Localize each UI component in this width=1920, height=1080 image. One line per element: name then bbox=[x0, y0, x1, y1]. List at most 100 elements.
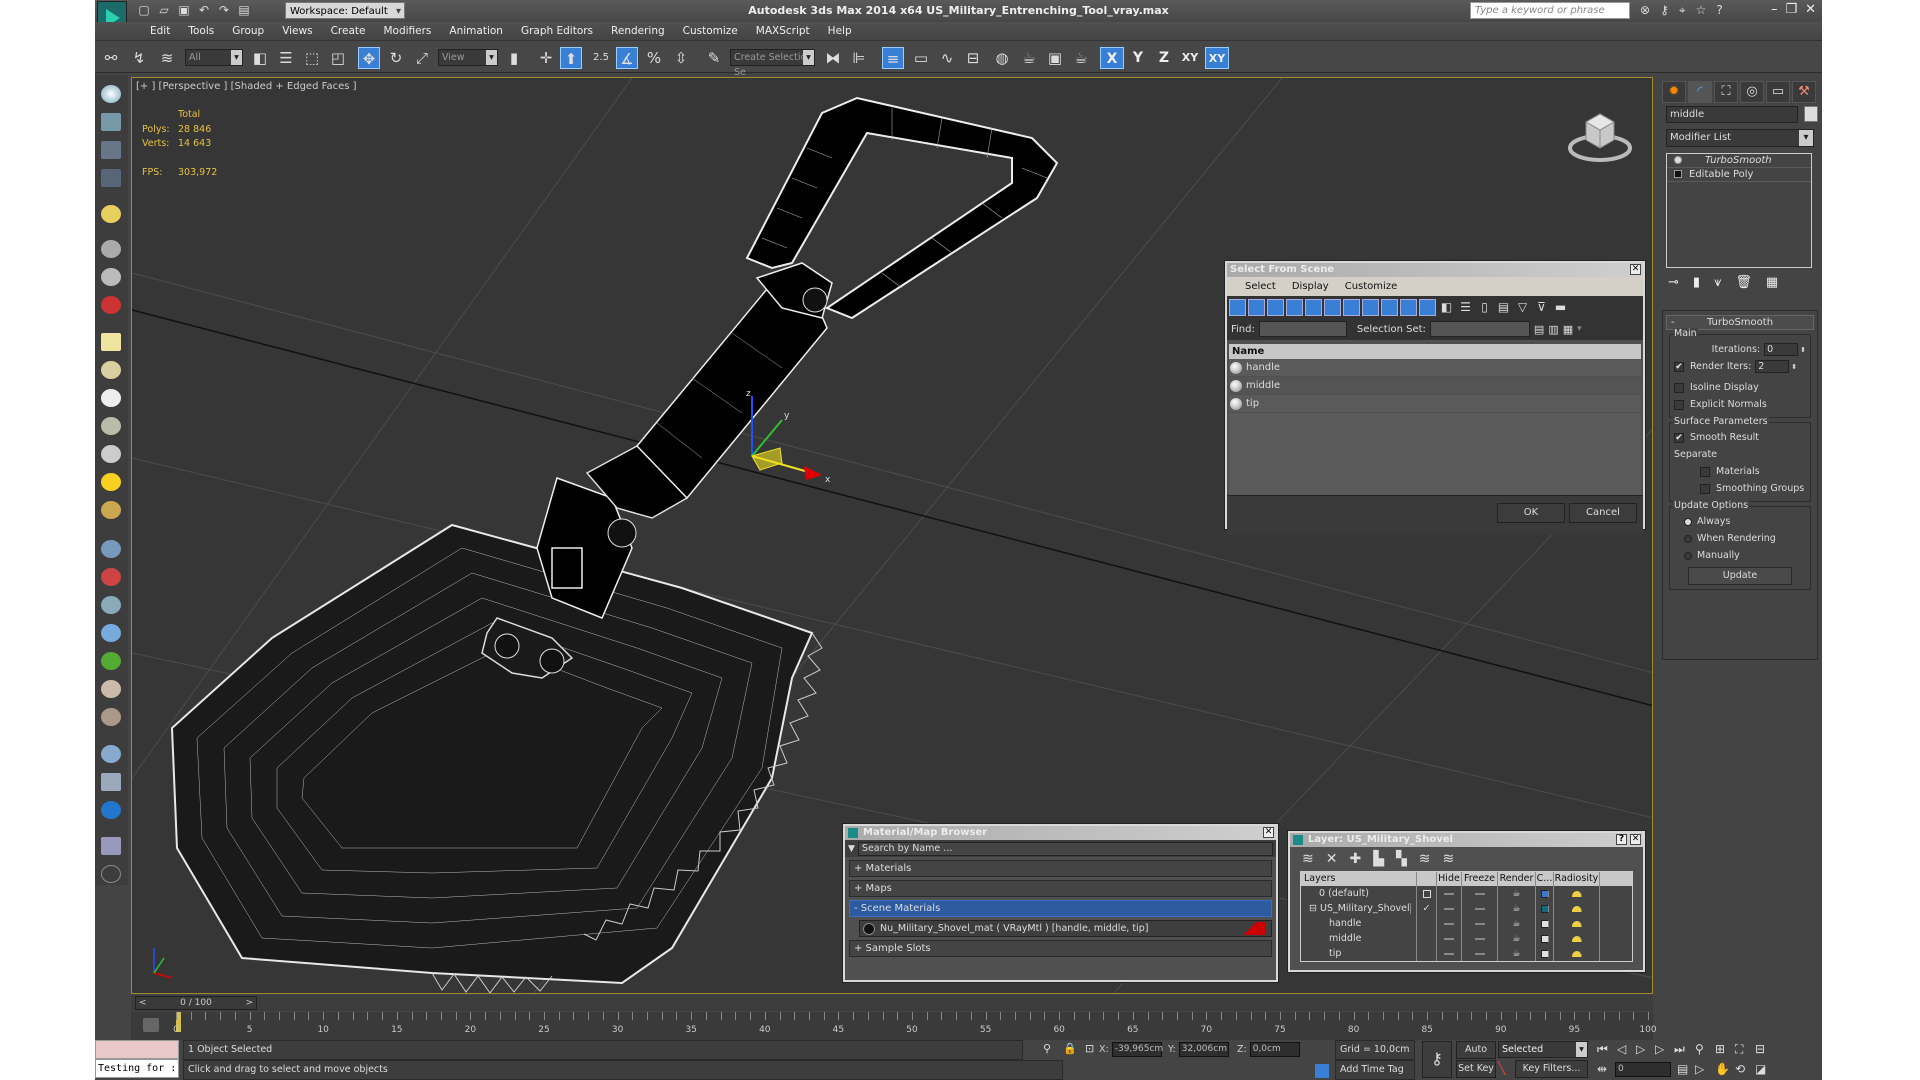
always-radio[interactable] bbox=[1684, 517, 1692, 526]
menu-rendering[interactable]: Rendering bbox=[602, 22, 674, 40]
go-to-end-icon[interactable]: ⏭ bbox=[1674, 1042, 1685, 1057]
tab-motion-icon[interactable]: ◎ bbox=[1740, 81, 1764, 103]
plane-light-icon[interactable] bbox=[101, 333, 121, 351]
previous-frame-icon[interactable]: ◁ bbox=[1617, 1042, 1626, 1056]
remove-modifier-icon[interactable]: 🗑 bbox=[1735, 275, 1752, 290]
make-unique-icon[interactable]: ⩛ bbox=[1714, 275, 1721, 290]
delete-layer-icon[interactable]: ✕ bbox=[1326, 851, 1338, 867]
mini-curve-editor-icon[interactable] bbox=[143, 1018, 159, 1032]
dome-light-icon[interactable] bbox=[101, 361, 121, 379]
restore-icon[interactable]: ❐ bbox=[1785, 2, 1797, 17]
section-sample-slots[interactable]: + Sample Slots bbox=[849, 940, 1272, 957]
render-teapot-icon[interactable]: ☕ bbox=[1498, 946, 1536, 961]
when-rendering-radio[interactable] bbox=[1684, 534, 1692, 543]
section-materials[interactable]: + Materials bbox=[849, 860, 1272, 877]
select-and-move-icon[interactable]: ✥ bbox=[358, 47, 380, 69]
align-icon[interactable]: ⊫ bbox=[848, 47, 870, 69]
render-teapot-icon[interactable]: ☕ bbox=[1498, 901, 1536, 916]
radiosity-icon[interactable] bbox=[1571, 890, 1582, 897]
selection-lock-icon[interactable]: 🔒 bbox=[1063, 1042, 1077, 1055]
material-editor-icon[interactable]: ◍ bbox=[991, 47, 1013, 69]
radiosity-icon[interactable] bbox=[1571, 935, 1582, 942]
frame-buffer-icon[interactable] bbox=[101, 837, 121, 855]
select-object-icon[interactable]: ◧ bbox=[249, 47, 271, 69]
add-time-tag[interactable]: Add Time Tag bbox=[1335, 1060, 1415, 1080]
rendered-frame-window-icon[interactable]: ▣ bbox=[1044, 47, 1066, 69]
angle-snap-icon[interactable]: ∡ bbox=[616, 47, 638, 69]
smooth-result-checkbox[interactable]: ✔ bbox=[1674, 432, 1684, 443]
keyboard-shortcut-override-icon[interactable]: ⬆ bbox=[560, 47, 582, 69]
key-filters-button[interactable]: Key Filters... bbox=[1515, 1060, 1588, 1078]
track-bar[interactable]: 0 5 10 15 20 25 30 35 40 45 50 55 60 65 70 75 80 85 90 95 10… bbox=[131, 1012, 1657, 1040]
render-teapot-icon[interactable]: ☕ bbox=[1498, 931, 1536, 946]
manipulate-icon[interactable]: ✛ bbox=[535, 47, 557, 69]
particles-icon[interactable] bbox=[101, 540, 121, 558]
close-icon[interactable]: ✕ bbox=[1630, 264, 1641, 275]
search-by-name-input[interactable]: Search by Name ... bbox=[857, 841, 1273, 856]
dialog-title-bar[interactable]: Select From Scene ✕ bbox=[1227, 263, 1643, 277]
maxscript-listener-input[interactable]: Testing for : bbox=[95, 1059, 179, 1078]
displacement-icon[interactable] bbox=[101, 708, 121, 726]
menu-select[interactable]: Select bbox=[1237, 277, 1284, 296]
sun-icon[interactable] bbox=[101, 473, 121, 491]
tab-utilities-icon[interactable]: ⚒ bbox=[1792, 81, 1816, 103]
filter-funnel-icon[interactable]: ▽ bbox=[1514, 299, 1531, 316]
next-frame-icon[interactable]: ▷ bbox=[1655, 1042, 1664, 1056]
layer-row[interactable]: middle ☕ bbox=[1301, 931, 1632, 946]
material-slot-icon[interactable] bbox=[101, 773, 121, 791]
z-input[interactable]: 0,0cm bbox=[1249, 1042, 1300, 1057]
viewcube-icon[interactable] bbox=[1566, 106, 1634, 164]
pin-stack-icon[interactable]: ⊸ bbox=[1668, 275, 1679, 290]
filter-options-icon[interactable]: ⊽ bbox=[1533, 299, 1550, 316]
menu-create[interactable]: Create bbox=[322, 22, 375, 40]
axis-x-button[interactable]: X bbox=[1100, 47, 1124, 69]
frame-input[interactable]: 0 bbox=[1615, 1062, 1671, 1077]
close-icon[interactable]: ✕ bbox=[1630, 834, 1641, 845]
set-key-big-icon[interactable]: ⚷ bbox=[1422, 1041, 1452, 1078]
materials-checkbox[interactable] bbox=[1700, 466, 1710, 477]
binoculars-icon[interactable]: ⊗ bbox=[1640, 3, 1650, 18]
target-camera-icon[interactable] bbox=[101, 268, 121, 286]
select-in-layer-icon[interactable]: ▙ bbox=[1373, 851, 1384, 867]
absolute-relative-toggle-icon[interactable]: ⊡ bbox=[1085, 1042, 1094, 1055]
time-slider[interactable]: < 0 / 100 > bbox=[131, 995, 1653, 1011]
window-crossing-icon[interactable]: ◰ bbox=[327, 47, 349, 69]
section-scene-materials[interactable]: - Scene Materials bbox=[849, 900, 1272, 917]
menu-graph-editors[interactable]: Graph Editors bbox=[512, 22, 602, 40]
next-frame-icon[interactable]: > bbox=[245, 997, 253, 1009]
object-color-swatch[interactable] bbox=[1540, 919, 1549, 928]
col-layers[interactable]: Layers bbox=[1301, 872, 1417, 886]
filter-hidden-icon[interactable]: ◧ bbox=[1438, 299, 1455, 316]
prev-frame-icon[interactable]: < bbox=[139, 997, 147, 1009]
edit-named-selection-icon[interactable]: ✎ bbox=[703, 47, 725, 69]
ambient-light-icon[interactable] bbox=[101, 501, 121, 519]
spinner-arrows-icon[interactable]: ⬍ bbox=[1791, 363, 1797, 371]
name-column-header[interactable]: Name bbox=[1229, 344, 1641, 359]
zoom-all-icon[interactable]: ⊞ bbox=[1715, 1042, 1725, 1056]
select-all-icon[interactable]: ☰ bbox=[1457, 299, 1474, 316]
reference-coordinate-dropdown[interactable]: View bbox=[438, 49, 498, 66]
col-radiosity[interactable]: Radiosity bbox=[1554, 872, 1600, 886]
layer-manager-icon[interactable]: ≡ bbox=[882, 47, 904, 69]
filter-cameras-icon[interactable] bbox=[1286, 298, 1303, 316]
proxy-icon[interactable] bbox=[101, 596, 121, 614]
layer-row[interactable]: ⊟ US_Military_Shovel ✓ ☕ bbox=[1301, 901, 1632, 916]
filter-containers-icon[interactable] bbox=[1400, 298, 1417, 316]
pivot-center-icon[interactable]: ▮ bbox=[503, 47, 525, 69]
menu-modifiers[interactable]: Modifiers bbox=[374, 22, 440, 40]
snaps-toggle-icon[interactable]: 2.5 bbox=[590, 47, 612, 69]
col-render[interactable]: Render bbox=[1498, 872, 1536, 886]
render-region-icon[interactable] bbox=[101, 801, 121, 819]
list-item[interactable]: middle bbox=[1229, 377, 1641, 395]
filter-bones-icon[interactable] bbox=[1381, 298, 1398, 316]
select-children-icon[interactable]: ▤ bbox=[1534, 323, 1544, 336]
object-color-swatch[interactable] bbox=[1540, 934, 1549, 943]
stack-item-turbosmooth[interactable]: TurboSmooth bbox=[1667, 154, 1811, 168]
zoom-icon[interactable]: ⚲ bbox=[1695, 1042, 1704, 1056]
viewport-label[interactable]: [+ ] [Perspective ] [Shaded + Edged Face… bbox=[136, 81, 357, 92]
close-icon[interactable]: ✕ bbox=[1805, 2, 1816, 17]
find-input[interactable] bbox=[1258, 321, 1347, 337]
satellite-icon[interactable]: ⌖ bbox=[1679, 3, 1686, 18]
current-layer-check-icon[interactable]: ✓ bbox=[1417, 901, 1437, 916]
menu-group[interactable]: Group bbox=[223, 22, 273, 40]
